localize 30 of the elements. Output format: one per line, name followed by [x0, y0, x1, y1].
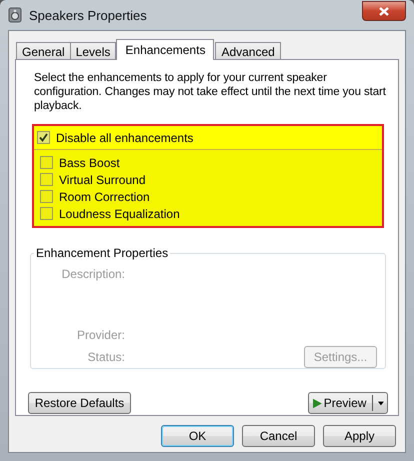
checkbox-label: Loudness Equalization — [59, 206, 180, 220]
speaker-icon — [8, 7, 22, 23]
dialog-button[interactable]: OK — [161, 425, 234, 447]
play-icon — [313, 396, 322, 410]
dropdown-arrow-icon — [378, 400, 384, 406]
close-button[interactable] — [362, 1, 406, 21]
dialog-button[interactable]: Cancel — [242, 425, 315, 447]
checkbox[interactable] — [37, 131, 50, 144]
restore-defaults-button[interactable]: Restore Defaults — [28, 392, 131, 414]
tab[interactable]: General — [16, 42, 71, 60]
checkbox[interactable] — [40, 190, 53, 203]
checkbox-label: Room Correction — [59, 190, 150, 204]
window-title: Speakers Properties — [29, 8, 147, 22]
checkbox-label: Disable all enhancements — [56, 130, 194, 144]
checkbox[interactable] — [40, 207, 53, 220]
checkbox-label: Virtual Surround — [59, 172, 146, 186]
tab[interactable]: Advanced — [215, 42, 281, 60]
tab[interactable]: Enhancements — [116, 39, 214, 60]
status-label: Status: — [86, 350, 125, 364]
tab[interactable]: Levels — [70, 42, 116, 60]
checkbox[interactable] — [40, 156, 53, 169]
dialog-button[interactable]: Apply — [323, 425, 396, 447]
description-label: Description: — [60, 267, 125, 281]
checkbox-label: Bass Boost — [59, 156, 120, 170]
instruction-text: Select the enhancements to apply for your current speaker configuration. Changes may not take effect until the next time you start playback. — [34, 71, 387, 113]
provider-label: Provider: — [76, 328, 125, 342]
checkbox[interactable] — [40, 173, 53, 186]
group-title: Enhancement Properties — [34, 246, 170, 260]
preview-button[interactable]: Preview — [308, 392, 388, 414]
close-icon — [379, 6, 389, 16]
